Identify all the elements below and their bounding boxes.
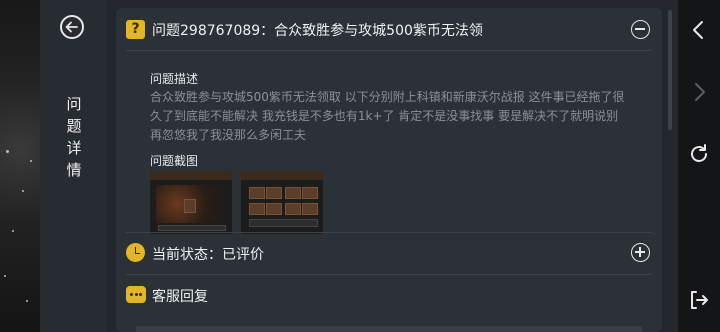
clock-icon <box>126 243 145 262</box>
description-text: 合众致胜参与攻城500紫币无法领取 以下分别附上科镇和新康沃尔战报 这件事已经拖… <box>150 90 625 142</box>
issue-header[interactable]: ? 问题298767089：合众致胜参与攻城500紫币无法领 <box>116 8 662 50</box>
page-title-char: 问 <box>66 95 82 113</box>
page-title-char: 情 <box>66 161 82 179</box>
minus-circle-icon[interactable] <box>631 20 650 39</box>
back-button[interactable] <box>60 15 84 39</box>
page-title-char: 题 <box>66 117 82 135</box>
screenshot-label: 问题截图 <box>150 154 199 168</box>
status-row[interactable]: 当前状态：已评价 <box>116 232 662 274</box>
reply-label: 客服回复 <box>152 289 208 305</box>
exit-icon[interactable] <box>687 288 711 312</box>
scrollbar[interactable] <box>668 10 672 130</box>
title-strip: 问 题 详 情 <box>40 0 107 332</box>
browser-nav-bar <box>678 0 720 332</box>
issue-title: 问题298767089：合众致胜参与攻城500紫币无法领 <box>152 23 483 39</box>
page-title: 问 题 详 情 <box>64 93 84 181</box>
refresh-icon[interactable] <box>687 142 711 166</box>
reply-content-placeholder <box>136 326 642 332</box>
screenshot-thumbnail-1[interactable] <box>150 171 232 234</box>
question-mark-icon: ? <box>126 20 145 39</box>
chevron-right-icon[interactable] <box>687 80 711 104</box>
page-title-char: 详 <box>66 139 82 157</box>
chevron-left-icon[interactable] <box>687 18 711 42</box>
screenshot-thumbnail-2[interactable] <box>241 171 323 234</box>
space-background <box>0 0 40 332</box>
status-label: 当前状态：已评价 <box>152 247 264 263</box>
back-arrow-icon <box>65 21 78 33</box>
plus-circle-icon[interactable] <box>631 243 650 262</box>
description-label: 问题描述 <box>150 72 199 86</box>
main-panel: ? 问题298767089：合众致胜参与攻城500紫币无法领 问题描述 合众致胜… <box>106 0 678 332</box>
chat-bubble-icon <box>126 286 146 303</box>
divider <box>126 50 652 51</box>
reply-row[interactable]: 客服回复 <box>116 274 662 316</box>
issue-card: ? 问题298767089：合众致胜参与攻城500紫币无法领 问题描述 合众致胜… <box>116 8 662 332</box>
